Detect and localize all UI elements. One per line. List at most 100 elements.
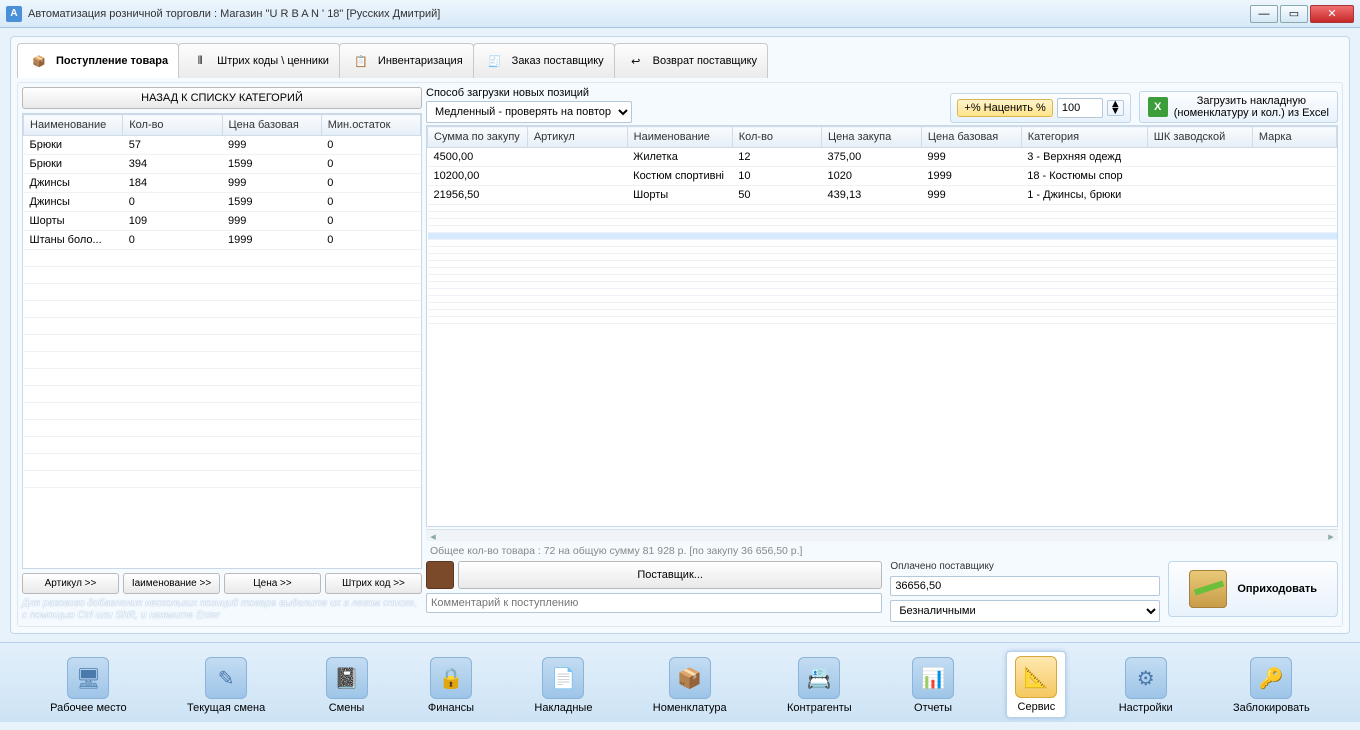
- nav-item[interactable]: 📇Контрагенты: [779, 653, 860, 718]
- column-header[interactable]: Цена базовая: [921, 127, 1021, 148]
- tab-icon: ⦀: [189, 50, 211, 72]
- table-row[interactable]: [428, 303, 1337, 310]
- nav-item[interactable]: 🔑Заблокировать: [1225, 653, 1318, 718]
- spinner-icon[interactable]: ▲▼: [1107, 100, 1124, 116]
- table-row[interactable]: [428, 219, 1337, 226]
- table-row[interactable]: 21956,50Шорты50439,139991 - Джинсы, брюк…: [428, 186, 1337, 205]
- window-title: Автоматизация розничной торговли : Магаз…: [28, 8, 1250, 20]
- supplier-button[interactable]: Поставщик...: [458, 561, 882, 589]
- table-row[interactable]: [428, 254, 1337, 261]
- column-header[interactable]: Кол-во: [732, 127, 821, 148]
- tab-2[interactable]: 📋Инвентаризация: [339, 43, 474, 78]
- table-row[interactable]: 10200,00Костюм спортивнi101020199918 - К…: [428, 167, 1337, 186]
- table-row[interactable]: Брюки579990: [24, 136, 421, 155]
- nav-item[interactable]: 📊Отчеты: [904, 653, 962, 718]
- column-header[interactable]: Наименование: [627, 127, 732, 148]
- nav-icon: 📐: [1015, 656, 1057, 698]
- plus-percent-icon: +%: [964, 102, 980, 114]
- tab-icon: 📋: [350, 50, 372, 72]
- table-row[interactable]: Шорты1099990: [24, 212, 421, 231]
- table-row[interactable]: [428, 275, 1337, 282]
- paid-label: Оплачено поставщику: [890, 561, 1160, 572]
- column-header[interactable]: Артикул: [527, 127, 627, 148]
- table-row[interactable]: [428, 247, 1337, 254]
- column-header[interactable]: Кол-во: [123, 115, 222, 136]
- quick-entry-button[interactable]: Цена >>: [224, 573, 321, 594]
- minimize-button[interactable]: —: [1250, 5, 1278, 23]
- multi-select-hint: Для разового добавления нескольких позиц…: [22, 598, 422, 622]
- table-row[interactable]: [428, 282, 1337, 289]
- categories-grid[interactable]: НаименованиеКол-воЦена базоваяМин.остато…: [22, 113, 422, 569]
- receive-button[interactable]: Оприходовать: [1168, 561, 1338, 617]
- quick-buttons-row: Артикул >>Iаименование >>Цена >>Штрих ко…: [22, 573, 422, 594]
- payment-method-select[interactable]: Безналичными: [890, 600, 1160, 622]
- column-header[interactable]: Категория: [1021, 127, 1147, 148]
- scroll-left-icon[interactable]: ◂: [426, 530, 440, 541]
- table-row[interactable]: [428, 226, 1337, 233]
- table-row[interactable]: Брюки39415990: [24, 155, 421, 174]
- nav-item[interactable]: 📓Смены: [318, 653, 376, 718]
- quick-entry-button[interactable]: Артикул >>: [22, 573, 119, 594]
- table-row[interactable]: 4500,00Жилетка12375,009993 - Верхняя оде…: [428, 148, 1337, 167]
- markup-percent-input[interactable]: [1057, 98, 1103, 118]
- nav-icon: 📦: [669, 657, 711, 699]
- table-row[interactable]: [428, 317, 1337, 324]
- nav-item[interactable]: ✎Текущая смена: [179, 653, 273, 718]
- table-row[interactable]: [428, 289, 1337, 296]
- invoice-grid[interactable]: Сумма по закупуАртикулНаименованиеКол-во…: [426, 125, 1338, 527]
- markup-button[interactable]: +% Наценить %: [957, 99, 1052, 117]
- nav-icon: 📓: [326, 657, 368, 699]
- scroll-right-icon[interactable]: ▸: [1324, 530, 1338, 541]
- table-row[interactable]: [428, 310, 1337, 317]
- tab-icon: 📦: [28, 50, 50, 72]
- column-header[interactable]: Цена закупа: [822, 127, 922, 148]
- back-to-categories-button[interactable]: НАЗАД К СПИСКУ КАТЕГОРИЙ: [22, 87, 422, 109]
- nav-item[interactable]: ⚙Настройки: [1111, 653, 1181, 718]
- column-header[interactable]: Цена базовая: [222, 115, 321, 136]
- supplier-icon: [426, 561, 454, 589]
- table-row[interactable]: [428, 240, 1337, 247]
- paid-amount-input[interactable]: [890, 576, 1160, 596]
- column-header[interactable]: Наименование: [24, 115, 123, 136]
- excel-icon: X: [1148, 97, 1168, 117]
- markup-box: +% Наценить % ▲▼: [950, 93, 1130, 123]
- close-button[interactable]: ✕: [1310, 5, 1354, 23]
- horizontal-scrollbar[interactable]: ◂ ▸: [426, 529, 1338, 541]
- tab-1[interactable]: ⦀Штрих коды \ ценники: [178, 43, 340, 78]
- table-row[interactable]: [428, 205, 1337, 212]
- tab-3[interactable]: 🧾Заказ поставщику: [473, 43, 615, 78]
- titlebar: A Автоматизация розничной торговли : Маг…: [0, 0, 1360, 28]
- nav-item[interactable]: 📄Накладные: [526, 653, 600, 718]
- load-from-excel-button[interactable]: X Загрузить накладную (номенклатуру и ко…: [1139, 91, 1338, 123]
- nav-item[interactable]: 🖥Рабочее место: [42, 653, 135, 718]
- nav-icon: 🔒: [430, 657, 472, 699]
- table-row[interactable]: [428, 296, 1337, 303]
- column-header[interactable]: ШК заводской: [1147, 127, 1252, 148]
- tab-4[interactable]: ↩Возврат поставщику: [614, 43, 768, 78]
- column-header[interactable]: Сумма по закупу: [428, 127, 528, 148]
- column-header[interactable]: Марка: [1252, 127, 1336, 148]
- quick-entry-button[interactable]: Штрих код >>: [325, 573, 422, 594]
- main-panel: 📦Поступление товара⦀Штрих коды \ ценники…: [10, 36, 1350, 634]
- loadmode-select[interactable]: Медленный - проверять на повтор: [426, 101, 632, 123]
- nav-icon: 🔑: [1250, 657, 1292, 699]
- table-row[interactable]: Джинсы015990: [24, 193, 421, 212]
- table-row[interactable]: [428, 233, 1337, 240]
- comment-input[interactable]: [426, 593, 882, 613]
- quick-entry-button[interactable]: Iаименование >>: [123, 573, 220, 594]
- nav-item[interactable]: 📦Номенклатура: [645, 653, 735, 718]
- table-row[interactable]: [428, 212, 1337, 219]
- table-row[interactable]: Штаны боло...019990: [24, 231, 421, 250]
- table-row[interactable]: [428, 268, 1337, 275]
- tab-0[interactable]: 📦Поступление товара: [17, 43, 179, 78]
- table-row[interactable]: Джинсы1849990: [24, 174, 421, 193]
- nav-icon: 📄: [542, 657, 584, 699]
- maximize-button[interactable]: ▭: [1280, 5, 1308, 23]
- tab-icon: 🧾: [484, 50, 506, 72]
- nav-item[interactable]: 📐Сервис: [1006, 651, 1066, 718]
- tab-bar: 📦Поступление товара⦀Штрих коды \ ценники…: [17, 43, 1343, 78]
- left-column: НАЗАД К СПИСКУ КАТЕГОРИЙ НаименованиеКол…: [22, 87, 422, 622]
- nav-item[interactable]: 🔒Финансы: [420, 653, 482, 718]
- table-row[interactable]: [428, 261, 1337, 268]
- column-header[interactable]: Мин.остаток: [321, 115, 420, 136]
